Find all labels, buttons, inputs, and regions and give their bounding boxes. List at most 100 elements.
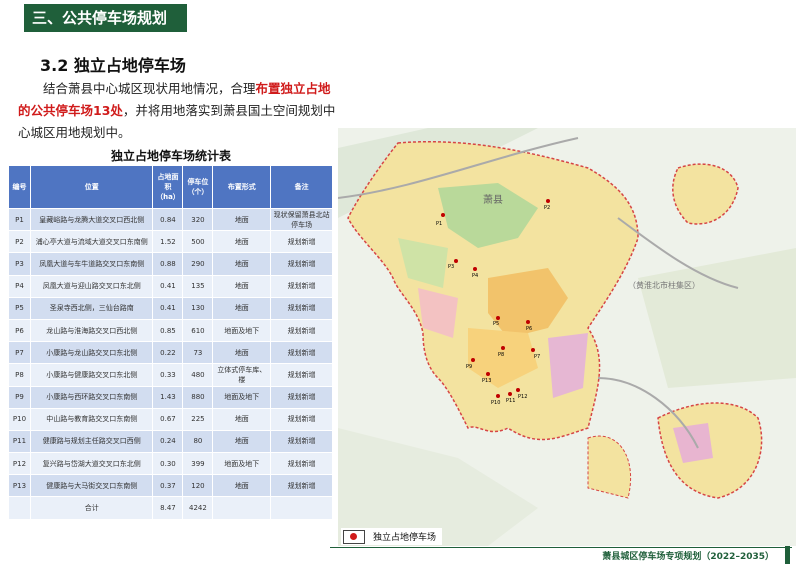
parking-label: P10 [491,400,500,406]
table-cell: 规划新增 [270,363,333,387]
table-cell: 地面 [212,274,272,298]
parking-legend-icon [343,529,365,544]
table-cell: 地面 [212,252,272,276]
table-cell: 健康路与大马街交叉口东南侧 [29,474,154,498]
parking-marker [454,259,458,263]
table-cell: 规划新增 [270,407,333,431]
table-cell: 0.85 [152,318,184,343]
parking-marker [441,213,445,217]
table-cell: 皇藏峪路与龙腾大道交叉口西北侧 [29,207,154,232]
header-cell: 布置形式 [212,165,272,209]
table-cell: 500 [182,230,214,254]
parking-marker [516,388,520,392]
parking-label: P11 [506,398,515,404]
table-title: 独立占地停车场统计表 [110,149,231,163]
total-spaces: 4242 [182,496,214,520]
table-cell: 80 [182,429,214,454]
table-row: P13 健康路与大马街交叉口东南侧 0.37 120 地面 规划新增 [8,474,333,498]
parking-marker [496,394,500,398]
table-row: P7 小康路与龙山路交叉口东北侧 0.22 73 地面 规划新增 [8,341,333,365]
table-row: P1 皇藏峪路与龙腾大道交叉口西北侧 0.84 320 地面 现状保留萧县北站停车场 [8,207,333,232]
table-cell: 规划新增 [270,230,333,254]
table-cell: 规划新增 [270,296,333,320]
parking-label: P13 [482,378,491,384]
table-cell: 130 [182,296,214,320]
header-bar: 三、公共停车场规划 [24,4,187,32]
table-cell: 399 [182,452,214,476]
parking-marker [501,346,505,350]
table-cell: 地面 [212,296,272,320]
table-cell: P10 [8,407,31,431]
header-cell: 编号 [8,165,31,209]
table-cell: 规划新增 [270,274,333,298]
table-cell: 880 [182,385,214,409]
parking-marker [526,320,530,324]
parking-marker [496,316,500,320]
intro-paragraph: 结合萧县中心城区现状用地情况，合理布置独立占地的公共停车场13处，并将用地落实到… [18,78,338,144]
table-cell: P6 [8,318,31,343]
table-cell: 地面 [212,230,272,254]
table-cell: 320 [182,207,214,232]
table-row: P4 凤凰大道与迎山路交叉口东北侧 0.41 135 地面 规划新增 [8,274,333,298]
stats-table: 编号 位置 占地面积（ha） 停车位（个） 布置形式 备注 P1 皇藏峪路与龙腾大… [8,165,333,520]
table-cell: 规划新增 [270,474,333,498]
table-cell: 圣泉寺西北侧，三仙台路南 [29,296,154,320]
table-cell: P13 [8,474,31,498]
table-cell: 地面及地下 [212,318,272,343]
table-cell: P3 [8,252,31,276]
legend-label: 独立占地停车场 [373,533,437,543]
parking-marker [531,348,535,352]
table-cell: 小康路与健康路交叉口东北侧 [29,363,154,387]
table-cell: P2 [8,230,31,254]
table-cell: 地面 [212,341,272,365]
table-total-row: 合计 8.47 4242 [8,496,333,520]
parking-label: P7 [534,354,540,360]
table-cell: P1 [8,207,31,232]
table-cell: 地面 [212,407,272,431]
table-cell: 现状保留萧县北站停车场 [270,207,333,232]
table-cell: 0.33 [152,363,184,387]
table-cell: 0.22 [152,341,184,365]
table-row: P9 小康路与西环路交叉口东南侧 1.43 880 地面及地下 规划新增 [8,385,333,409]
table-row: P3 凤凰大道与车牛道路交叉口东南侧 0.88 290 地面 规划新增 [8,252,333,276]
table-cell: 0.41 [152,274,184,298]
table-cell: 610 [182,318,214,343]
table-row: P8 小康路与健康路交叉口东北侧 0.33 480 立体式停车库、楼 规划新增 [8,363,333,387]
table-cell: 复兴路与岱湖大道交叉口东北侧 [29,452,154,476]
table-cell: 290 [182,252,214,276]
table-cell: P12 [8,452,31,476]
table-row: P2 浦心亭大道与流域大道交叉口东南侧 1.52 500 地面 规划新增 [8,230,333,254]
table-row: P5 圣泉寺西北侧，三仙台路南 0.41 130 地面 规划新增 [8,296,333,320]
header-cell: 占地面积（ha） [152,165,184,209]
parking-label: P5 [493,321,499,327]
table-cell: 小康路与西环路交叉口东南侧 [29,385,154,409]
table-cell: 龙山路与淮海路交叉口西北侧 [29,318,154,343]
table-cell: 480 [182,363,214,387]
total-label: 合计 [29,496,154,520]
table-cell: 中山路与教育路交叉口东南侧 [29,407,154,431]
table-cell: 0.41 [152,296,184,320]
parking-label: P1 [436,221,442,227]
table-cell: 0.30 [152,452,184,476]
table-cell: 地面 [212,474,272,498]
footer-divider [330,547,792,548]
table-cell: 0.84 [152,207,184,232]
table-cell: P5 [8,296,31,320]
intro-part1: 结合萧县中心城区现状用地情况，合理 [43,81,256,96]
map-legend: 独立占地停车场 [341,528,443,545]
footer-title: 萧县城区停车场专项规划（2022–2035） [602,552,774,562]
table-cell: 1.52 [152,230,184,254]
header-title: 三、公共停车场规划 [32,9,168,27]
parking-label: P6 [526,326,532,332]
table-cell: 规划新增 [270,429,333,454]
table-cell: 立体式停车库、楼 [212,363,272,387]
table-cell: P4 [8,274,31,298]
parking-label: P9 [466,364,472,370]
table-cell: 浦心亭大道与流域大道交叉口东南侧 [29,230,154,254]
table-cell: 凤凰大道与车牛道路交叉口东南侧 [29,252,154,276]
parking-label: P2 [544,205,550,211]
table-cell: 规划新增 [270,385,333,409]
parking-marker [471,358,475,362]
table-cell: 健康路与规划主任路交叉口西侧 [29,429,154,454]
header-cell: 备注 [270,165,333,209]
